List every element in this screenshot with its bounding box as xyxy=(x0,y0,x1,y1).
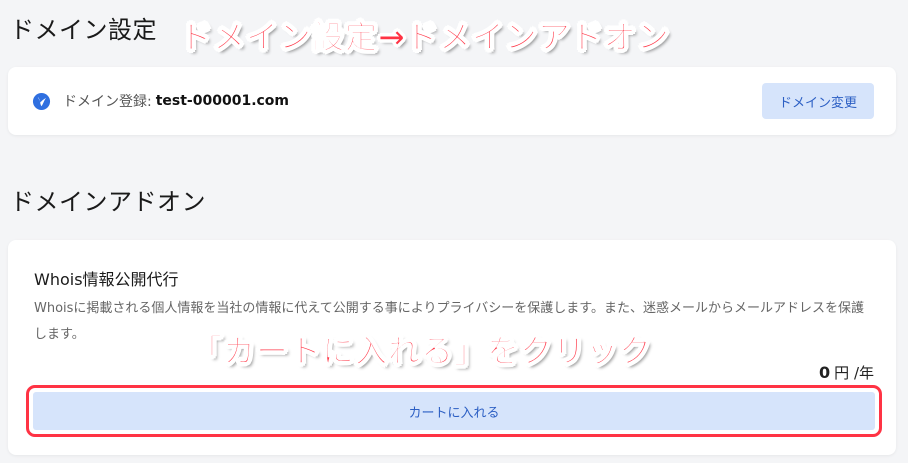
addon-title: Whois情報公開代行 xyxy=(34,270,179,289)
annotation-middle: 「カートに入れる」をクリック xyxy=(189,332,653,371)
cart-button-highlight: カートに入れる xyxy=(26,385,882,437)
domain-registration-row: ドメイン登録: test-000001.com xyxy=(32,91,289,111)
domain-addon-title: ドメインアドオン xyxy=(10,188,206,216)
domain-card: ドメイン登録: test-000001.com ドメイン変更 xyxy=(8,67,896,135)
domain-change-button[interactable]: ドメイン変更 xyxy=(762,83,874,119)
domain-settings-title: ドメイン設定 xyxy=(10,16,157,44)
annotation-top: ドメイン設定→ドメインアドオン xyxy=(180,18,670,57)
addon-price: 0 円 /年 xyxy=(819,362,874,383)
add-to-cart-button[interactable]: カートに入れる xyxy=(33,392,875,430)
domain-name-value: test-000001.com xyxy=(155,93,290,109)
price-unit: 円 /年 xyxy=(834,364,874,382)
domain-registration-label: ドメイン登録: xyxy=(63,94,152,110)
price-amount: 0 xyxy=(819,363,831,382)
domain-logo-icon xyxy=(32,92,51,111)
